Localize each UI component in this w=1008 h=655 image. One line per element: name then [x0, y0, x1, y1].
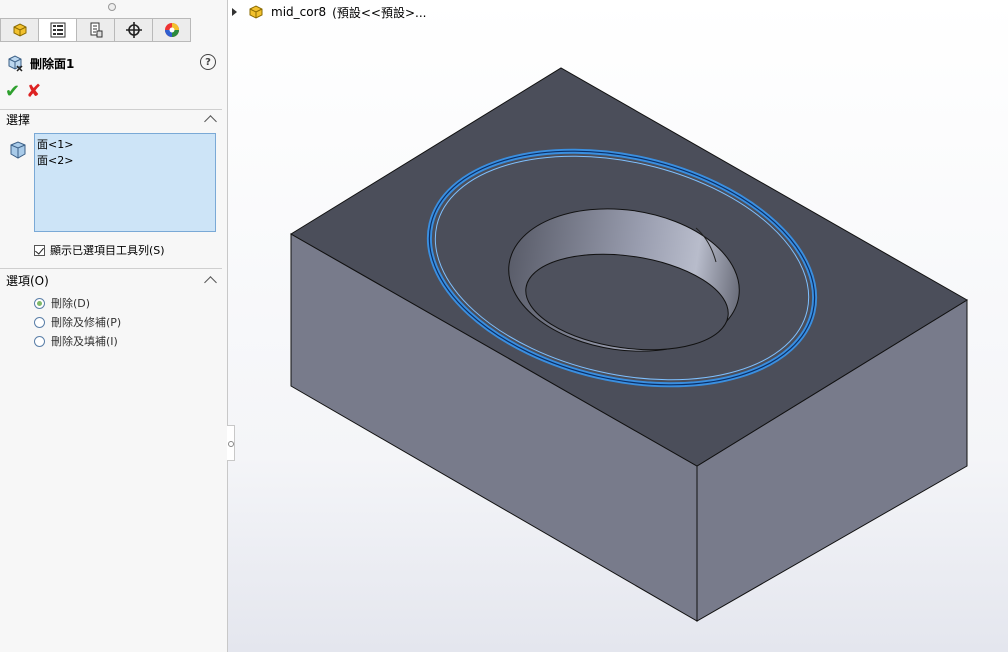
delete-face-icon [8, 55, 23, 72]
selection-group-title: 選擇 [6, 113, 31, 127]
display-manager-icon [164, 23, 179, 37]
help-icon[interactable]: ? [200, 54, 216, 70]
option-label: 刪除及填補(I) [51, 335, 118, 348]
radio-delete[interactable] [34, 297, 45, 309]
selection-list[interactable]: 面<1> 面<2> [34, 133, 216, 232]
tab-display-manager[interactable] [152, 18, 191, 42]
face-selection-icon [10, 141, 26, 159]
feature-header: 刪除面1 ? [6, 52, 220, 74]
list-item[interactable]: 面<1> [37, 137, 213, 153]
panel-grip[interactable] [108, 3, 116, 11]
show-toolbar-checkbox[interactable] [34, 244, 45, 256]
divider [0, 268, 222, 269]
manager-tabs [0, 18, 227, 44]
show-toolbar-label: 顯示已選項目工具列(S) [50, 244, 165, 257]
divider [0, 109, 222, 110]
radio-delete-and-fill[interactable] [34, 335, 45, 347]
property-manager-panel: 刪除面1 ? ✔ ✘ 選擇 面<1> 面<2> 顯示已選項目工具列(S) 選項(… [0, 0, 228, 652]
option-delete-and-patch[interactable]: 刪除及修補(P) [34, 314, 121, 330]
show-toolbar-checkbox-row[interactable]: 顯示已選項目工具列(S) [34, 242, 165, 258]
radio-delete-and-patch[interactable] [34, 316, 45, 328]
chevron-up-icon[interactable] [204, 115, 217, 128]
option-label: 刪除及修補(P) [51, 316, 122, 329]
close-icon[interactable]: ✘ [26, 83, 41, 101]
expand-arrow-icon[interactable] [232, 8, 237, 16]
feature-title: 刪除面1 [30, 56, 75, 71]
model-view[interactable] [228, 0, 1008, 652]
option-label: 刪除(D) [51, 297, 91, 310]
part-name[interactable]: mid_cor8 [271, 5, 326, 19]
panel-splitter[interactable] [227, 425, 235, 461]
feature-manager-icon [13, 23, 26, 37]
option-delete-and-fill[interactable]: 刪除及填補(I) [34, 333, 118, 349]
list-item[interactable]: 面<2> [37, 153, 213, 169]
configuration-name: (預設<<預設>... [332, 5, 427, 20]
dimxpert-icon [125, 22, 142, 38]
chevron-up-icon[interactable] [204, 276, 217, 289]
tab-configuration-manager[interactable] [76, 18, 115, 42]
part-icon [249, 5, 263, 19]
tab-property-manager[interactable] [38, 18, 77, 42]
feature-tree-flyout[interactable]: mid_cor8 (預設<<預設>... [232, 3, 426, 21]
tab-dimxpert-manager[interactable] [114, 18, 153, 42]
options-group-title: 選項(O) [6, 274, 49, 288]
ok-cancel-bar: ✔ ✘ [5, 83, 41, 101]
option-delete[interactable]: 刪除(D) [34, 295, 90, 311]
graphics-area[interactable]: mid_cor8 (預設<<預設>... [228, 0, 1008, 652]
tab-feature-manager[interactable] [0, 18, 39, 42]
check-icon[interactable]: ✔ [5, 83, 20, 101]
configuration-manager-icon [90, 22, 102, 38]
property-manager-icon [50, 22, 65, 38]
